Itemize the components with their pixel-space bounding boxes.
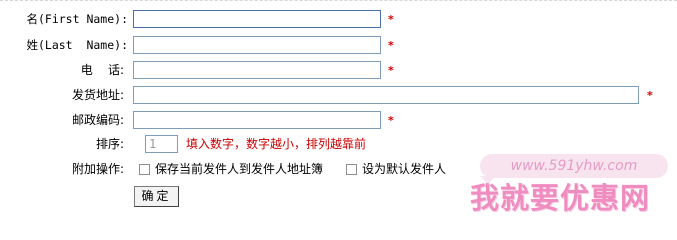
last-name-required-mark: *: [388, 39, 394, 52]
sort-input[interactable]: [145, 135, 178, 153]
last-name-input[interactable]: [133, 36, 381, 54]
sort-hint: 填入数字，数字越小，排列越靠前: [186, 137, 367, 151]
postcode-label: 邮政编码:: [71, 113, 124, 127]
extra-options-label: 附加操作:: [71, 162, 124, 176]
watermark-url: www.591yhw.com: [480, 154, 668, 178]
sender-form: 名(First Name): * 姓(Last Name): * 电 话: * …: [0, 0, 677, 218]
submit-button[interactable]: 确定: [134, 186, 179, 207]
watermark-brand-logo: 我就要优惠网: [470, 181, 651, 215]
set-default-sender-label[interactable]: 设为默认发件人: [362, 160, 446, 178]
address-label: 发货地址:: [71, 88, 124, 102]
phone-input[interactable]: [133, 61, 381, 79]
save-to-address-book-checkbox[interactable]: [139, 164, 150, 175]
first-name-input[interactable]: [133, 10, 381, 28]
first-name-label: 名(First Name):: [26, 12, 128, 26]
last-name-label: 姓(Last Name):: [26, 38, 128, 52]
set-default-sender-checkbox[interactable]: [346, 164, 357, 175]
phone-required-mark: *: [388, 64, 394, 77]
address-required-mark: *: [647, 89, 653, 102]
sort-label: 排序:: [95, 137, 124, 151]
postcode-required-mark: *: [388, 114, 394, 127]
postcode-input[interactable]: [133, 111, 381, 129]
save-to-address-book-label[interactable]: 保存当前发件人到发件人地址簿: [155, 160, 323, 178]
address-input[interactable]: [133, 86, 639, 104]
phone-label: 电 话:: [80, 63, 124, 77]
first-name-required-mark: *: [388, 13, 394, 26]
